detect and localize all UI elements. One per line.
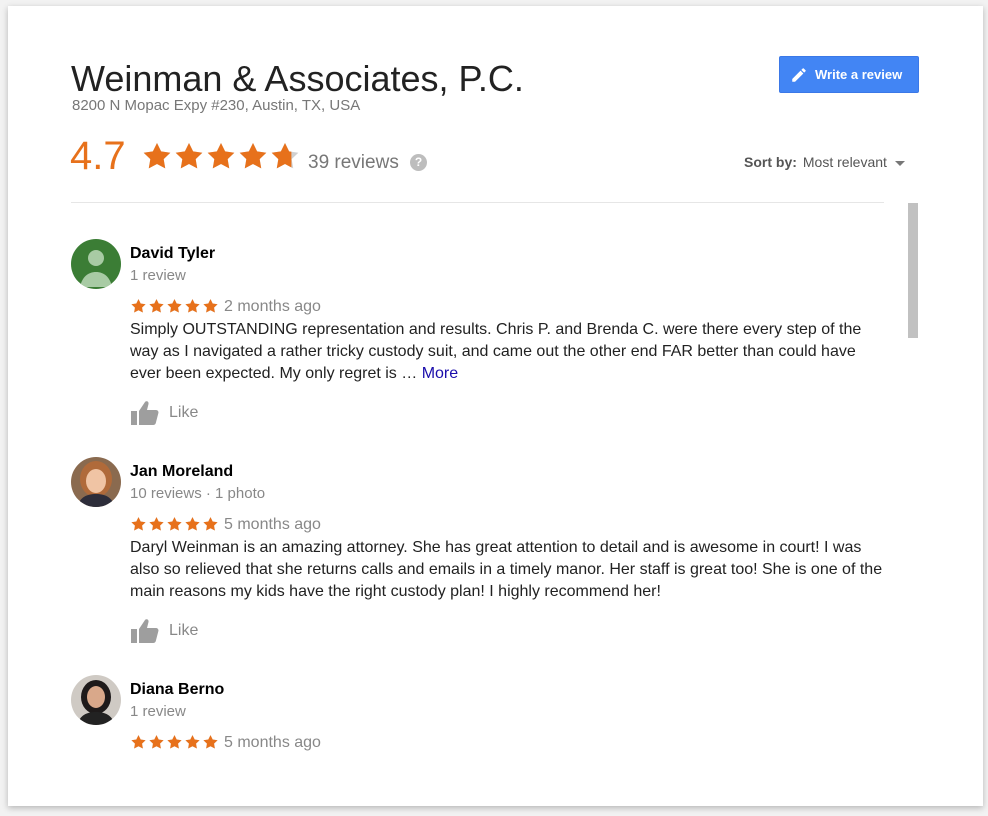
star-icon xyxy=(203,298,218,313)
scrollbar-thumb[interactable] xyxy=(908,203,918,338)
star-icon xyxy=(203,734,218,749)
review-stars xyxy=(130,732,220,752)
star-icon xyxy=(131,516,146,531)
star-icon xyxy=(149,734,164,749)
caret-down-icon xyxy=(894,160,905,166)
star-icon xyxy=(207,143,235,169)
sort-dropdown[interactable]: Sort by: Most relevant xyxy=(744,154,905,170)
business-address: 8200 N Mopac Expy #230, Austin, TX, USA xyxy=(72,97,361,114)
star-icon xyxy=(131,734,146,749)
review-text: Daryl Weinman is an amazing attorney. Sh… xyxy=(130,539,883,600)
star-icon xyxy=(167,298,182,313)
thumbs-up-icon xyxy=(131,401,159,425)
more-link[interactable]: More xyxy=(422,365,458,382)
like-button[interactable]: Like xyxy=(130,618,198,644)
star-icon xyxy=(167,516,182,531)
star-icon xyxy=(175,143,203,169)
star-icon xyxy=(143,143,171,169)
star-icon xyxy=(239,143,267,169)
reviewer-meta: 1 review xyxy=(130,267,186,284)
sort-value: Most relevant xyxy=(802,154,887,170)
write-review-button[interactable]: Write a review xyxy=(779,56,919,93)
average-rating: 4.7 xyxy=(70,134,126,178)
review-time: 5 months ago xyxy=(224,734,321,751)
default-avatar-icon xyxy=(71,239,121,289)
sort-label: Sort by: xyxy=(744,154,797,170)
review-time: 5 months ago xyxy=(224,516,321,533)
like-label: Like xyxy=(169,622,199,639)
reviewer-name[interactable]: Jan Moreland xyxy=(130,463,233,481)
write-review-label: Write a review xyxy=(815,67,903,82)
reviewer-name[interactable]: Diana Berno xyxy=(130,681,224,699)
reviewer-meta: 10 reviews · 1 photo xyxy=(130,485,266,502)
reviewer-meta: 1 review xyxy=(130,703,186,720)
thumbs-up-icon xyxy=(131,619,159,643)
like-button[interactable]: Like xyxy=(130,400,198,426)
review-text: Simply OUTSTANDING representation and re… xyxy=(130,319,890,385)
review-stars xyxy=(130,514,220,534)
review-stars xyxy=(130,296,220,316)
review-count[interactable]: 39 reviews xyxy=(308,152,399,174)
business-name: Weinman & Associates, P.C. xyxy=(71,58,524,99)
avatar[interactable] xyxy=(71,239,121,289)
average-rating-stars xyxy=(141,140,301,174)
review-list: David Tyler 1 review 2 months ago Simply… xyxy=(8,204,898,761)
star-icon xyxy=(167,734,182,749)
avatar[interactable] xyxy=(71,457,121,507)
star-icon xyxy=(271,143,299,169)
pencil-icon xyxy=(792,67,806,82)
reviewer-name[interactable]: David Tyler xyxy=(130,245,215,263)
user-photo-icon xyxy=(71,457,121,507)
star-icon xyxy=(185,298,200,313)
review-time: 2 months ago xyxy=(224,298,321,315)
star-icon xyxy=(203,516,218,531)
like-label: Like xyxy=(169,404,199,421)
star-icon xyxy=(185,734,200,749)
header-divider xyxy=(71,202,884,203)
reviews-dialog: Weinman & Associates, P.C. 8200 N Mopac … xyxy=(8,6,983,806)
help-icon[interactable]: ? xyxy=(410,154,427,171)
star-icon xyxy=(131,298,146,313)
user-photo-icon xyxy=(71,675,121,725)
avatar[interactable] xyxy=(71,675,121,725)
star-icon xyxy=(149,298,164,313)
review-text-body: Simply OUTSTANDING representation and re… xyxy=(130,321,862,382)
star-icon xyxy=(185,516,200,531)
star-icon xyxy=(149,516,164,531)
